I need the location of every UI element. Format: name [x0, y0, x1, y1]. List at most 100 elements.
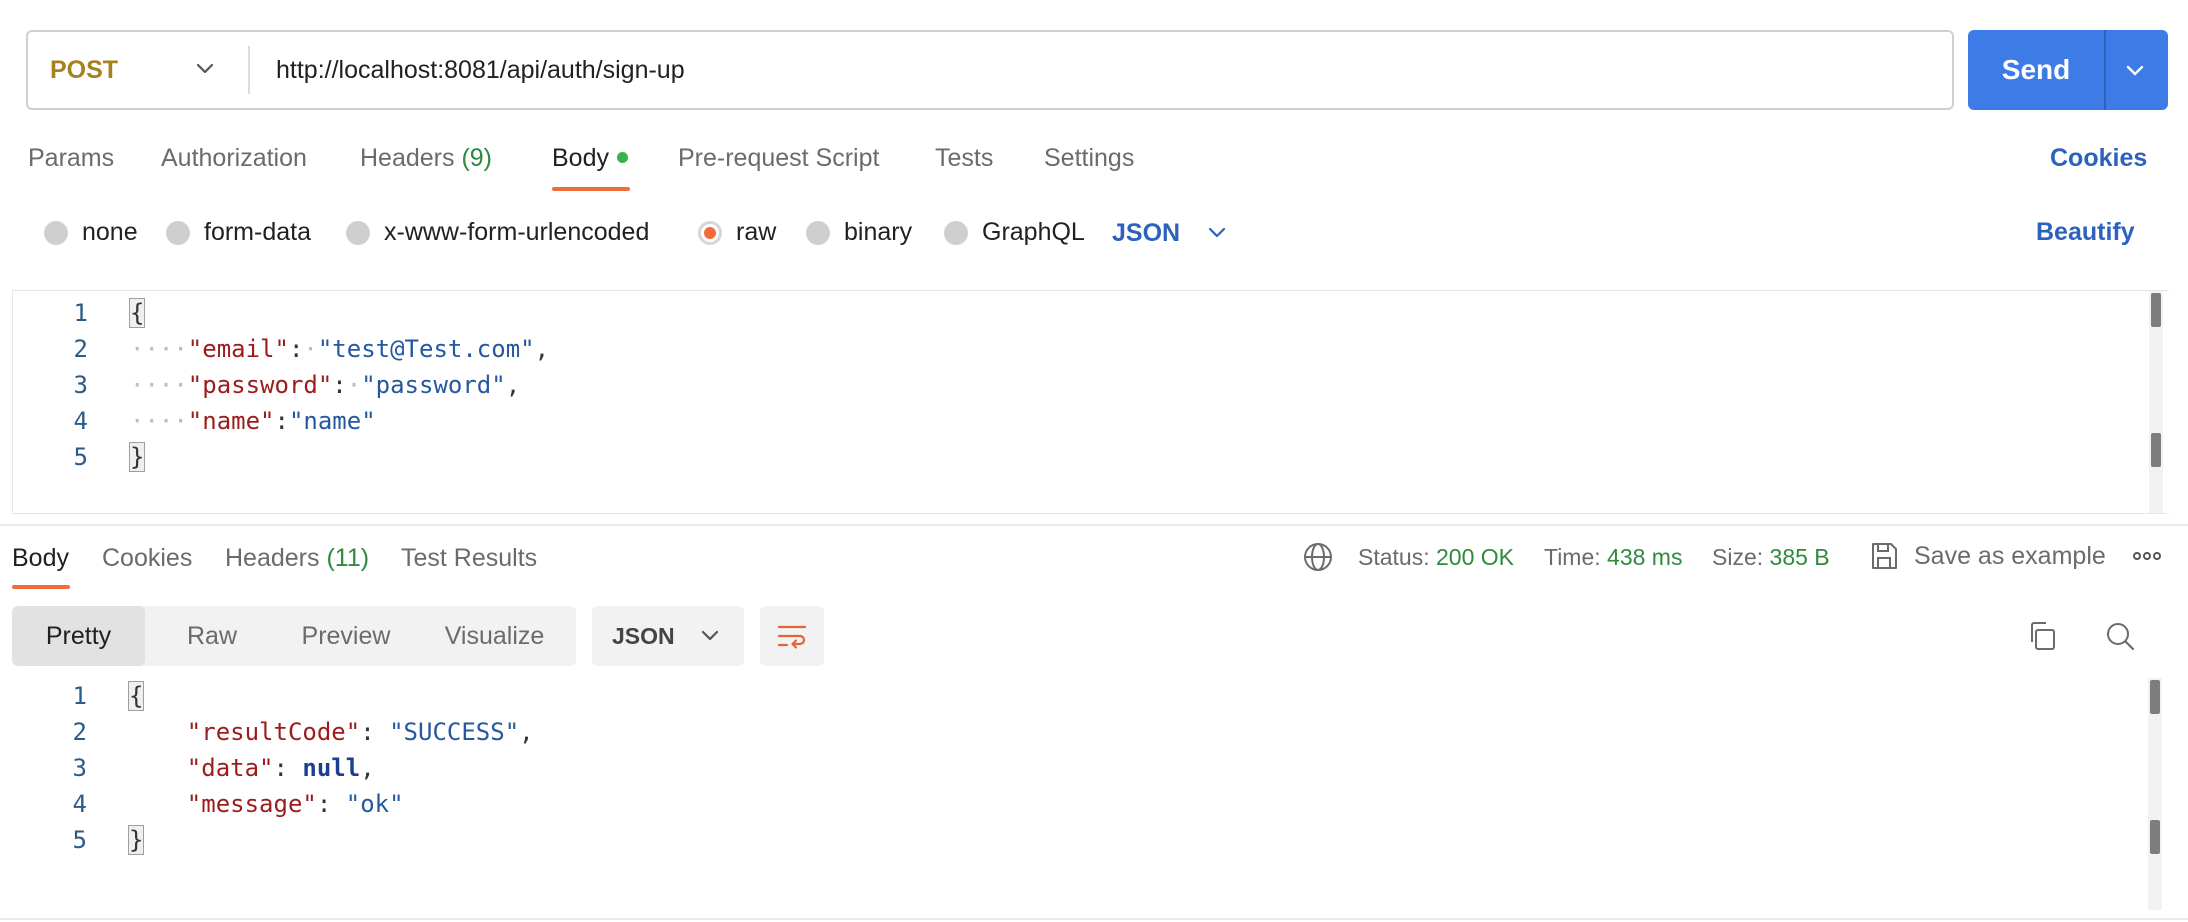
radio-icon — [346, 220, 370, 245]
response-tab-headers[interactable]: Headers (11) — [225, 544, 369, 573]
view-pretty[interactable]: Pretty — [12, 606, 145, 666]
send-button[interactable]: Send — [1968, 30, 2168, 110]
line-number: 4 — [72, 790, 87, 818]
tab-pre-request-script[interactable]: Pre-request Script — [678, 144, 879, 173]
radio-label: form-data — [204, 218, 311, 246]
line-number: 2 — [73, 335, 88, 363]
editor-scrollbar[interactable] — [2149, 291, 2163, 513]
search-icon[interactable] — [2104, 620, 2136, 652]
view-preview[interactable]: Preview — [279, 606, 413, 666]
code-line: 1{ — [13, 295, 2143, 331]
radio-label: x-www-form-urlencoded — [384, 218, 650, 246]
wrap-lines-icon — [777, 625, 807, 649]
tab-tests[interactable]: Tests — [935, 144, 993, 173]
code-line: 3 "data": null, — [12, 750, 2142, 786]
tab-label: Tests — [935, 144, 994, 172]
request-body-editor[interactable]: 1{ 2 ···· "email": · "test@Test.com", 3 ···· "… — [12, 290, 2169, 514]
send-separator — [2104, 30, 2106, 110]
code-lines: 1{ 2 ···· "email": · "test@Test.com", 3 ···· "… — [13, 295, 2143, 475]
indent-guide: · — [346, 371, 362, 399]
copy-icon[interactable] — [2026, 620, 2058, 652]
view-raw[interactable]: Raw — [145, 606, 279, 666]
close-brace: } — [128, 442, 146, 472]
json-key: "data" — [186, 754, 274, 782]
response-scrollbar[interactable] — [2148, 678, 2162, 910]
cookies-link[interactable]: Cookies — [2050, 144, 2147, 173]
scrollbar-thumb[interactable] — [2150, 680, 2160, 714]
scrollbar-thumb[interactable] — [2150, 820, 2160, 854]
json-key: "name" — [187, 407, 275, 435]
more-options-icon[interactable] — [2132, 548, 2162, 564]
bottom-divider — [0, 918, 2188, 920]
response-format-select[interactable]: JSON — [592, 606, 744, 666]
radio-label: binary — [844, 218, 913, 246]
tab-body[interactable]: Body — [552, 144, 628, 173]
line-number: 3 — [72, 754, 87, 782]
comma: , — [534, 335, 550, 363]
scrollbar-thumb[interactable] — [2151, 433, 2161, 467]
radio-form-data[interactable]: form-data — [166, 218, 311, 247]
time-label: Time: — [1544, 544, 1601, 570]
json-value: "password" — [361, 371, 506, 399]
open-brace: { — [128, 298, 146, 328]
pane-divider[interactable] — [0, 524, 2188, 526]
line-number: 4 — [73, 407, 88, 435]
json-key: "resultCode" — [186, 718, 361, 746]
radio-icon — [806, 220, 830, 245]
tab-label: Test Results — [401, 544, 538, 572]
line-number: 5 — [72, 826, 87, 854]
save-as-example-button[interactable]: Save as example — [1868, 540, 2106, 572]
comma: , — [505, 371, 521, 399]
size-label: Size: — [1712, 544, 1764, 570]
response-body-viewer[interactable]: 1{ 2 "resultCode": "SUCCESS", 3 "data": … — [12, 678, 2168, 910]
chevron-down-icon — [1208, 227, 1226, 238]
tab-params[interactable]: Params — [28, 144, 114, 173]
code-line: 5} — [12, 822, 2142, 858]
radio-icon — [166, 220, 190, 245]
json-value: "SUCCESS" — [389, 718, 520, 746]
tab-headers[interactable]: Headers (9) — [360, 144, 492, 173]
wrap-lines-button[interactable] — [760, 606, 824, 666]
colon: : — [288, 335, 304, 363]
active-tab-indicator — [12, 585, 70, 589]
response-tab-test-results[interactable]: Test Results — [401, 544, 537, 573]
body-format-select[interactable]: JSON — [1112, 218, 1232, 248]
indent-guide: ···· — [130, 407, 188, 435]
body-format-label: JSON — [1112, 218, 1181, 247]
response-tab-cookies[interactable]: Cookies — [102, 544, 192, 573]
radio-label: GraphQL — [982, 218, 1085, 246]
response-status: Status: 200 OK — [1358, 544, 1514, 571]
radio-x-www-form-urlencoded[interactable]: x-www-form-urlencoded — [346, 218, 649, 247]
tab-count: (11) — [326, 544, 370, 572]
beautify-link[interactable]: Beautify — [2036, 218, 2135, 247]
response-tab-body[interactable]: Body — [12, 544, 69, 573]
radio-graphql[interactable]: GraphQL — [944, 218, 1085, 247]
url-input[interactable]: http://localhost:8081/api/auth/sign-up — [276, 32, 685, 108]
radio-none[interactable]: none — [44, 218, 138, 247]
scrollbar-thumb[interactable] — [2151, 293, 2161, 327]
json-value: "ok" — [345, 790, 404, 818]
response-format-label: JSON — [612, 622, 675, 649]
code-line: 2 ···· "email": · "test@Test.com", — [13, 331, 2143, 367]
radio-binary[interactable]: binary — [806, 218, 912, 247]
json-value: "test@Test.com" — [317, 335, 535, 363]
view-visualize[interactable]: Visualize — [413, 606, 576, 666]
indent-guide: ···· — [130, 335, 188, 363]
close-brace: } — [127, 825, 145, 855]
radio-raw[interactable]: raw — [698, 218, 776, 247]
chevron-down-icon[interactable] — [190, 54, 220, 84]
chevron-down-icon — [701, 630, 718, 641]
tab-authorization[interactable]: Authorization — [161, 144, 307, 173]
colon: : — [316, 790, 346, 818]
indent-guide: ···· — [130, 371, 188, 399]
globe-icon[interactable] — [1302, 541, 1334, 573]
chevron-down-icon[interactable] — [2120, 56, 2150, 86]
code-line: 1{ — [12, 678, 2142, 714]
tab-settings[interactable]: Settings — [1044, 144, 1134, 173]
code-line: 4 ···· "name": "name" — [13, 403, 2143, 439]
response-size: Size: 385 B — [1712, 544, 1830, 571]
time-value: 438 ms — [1607, 544, 1683, 570]
save-as-example-label: Save as example — [1914, 541, 2106, 570]
tab-label: Headers — [360, 144, 455, 172]
